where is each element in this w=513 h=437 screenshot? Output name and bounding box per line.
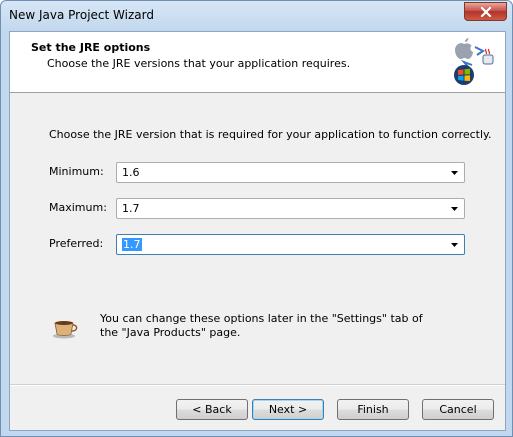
chevron-down-icon [451, 171, 458, 175]
minimum-label: Minimum: [49, 165, 104, 178]
preferred-combo[interactable]: 1.7 [116, 234, 465, 255]
cancel-button[interactable]: Cancel [422, 399, 494, 420]
title-bar[interactable]: New Java Project Wizard [1, 1, 512, 31]
finish-button[interactable]: Finish [337, 399, 409, 420]
footer-divider [10, 384, 505, 386]
maximum-combo[interactable]: 1.7 [116, 198, 465, 219]
page-title: Set the JRE options [31, 41, 151, 54]
close-button[interactable] [464, 2, 507, 21]
instructions-text: Choose the JRE version that is required … [49, 128, 492, 141]
wizard-window: New Java Project Wizard Set the JRE opti… [0, 0, 513, 437]
minimum-value: 1.6 [122, 166, 140, 179]
chevron-down-icon [451, 207, 458, 211]
info-text: You can change these options later in th… [100, 312, 423, 339]
platform-logo-icon [454, 38, 494, 85]
preferred-label: Preferred: [49, 237, 104, 250]
minimum-combo[interactable]: 1.6 [116, 162, 465, 183]
wizard-content: Set the JRE options Choose the JRE versi… [9, 31, 506, 431]
close-icon [480, 7, 492, 17]
window-title: New Java Project Wizard [9, 8, 154, 22]
chevron-down-icon [451, 243, 458, 247]
preferred-value: 1.7 [122, 238, 142, 251]
page-subtitle: Choose the JRE versions that your applic… [47, 57, 351, 70]
coffee-cup-icon [53, 321, 78, 339]
back-button[interactable]: < Back [176, 399, 248, 420]
wizard-header: Set the JRE options Choose the JRE versi… [10, 32, 505, 93]
maximum-value: 1.7 [122, 202, 140, 215]
maximum-label: Maximum: [49, 201, 107, 214]
next-button[interactable]: Next > [252, 399, 324, 420]
